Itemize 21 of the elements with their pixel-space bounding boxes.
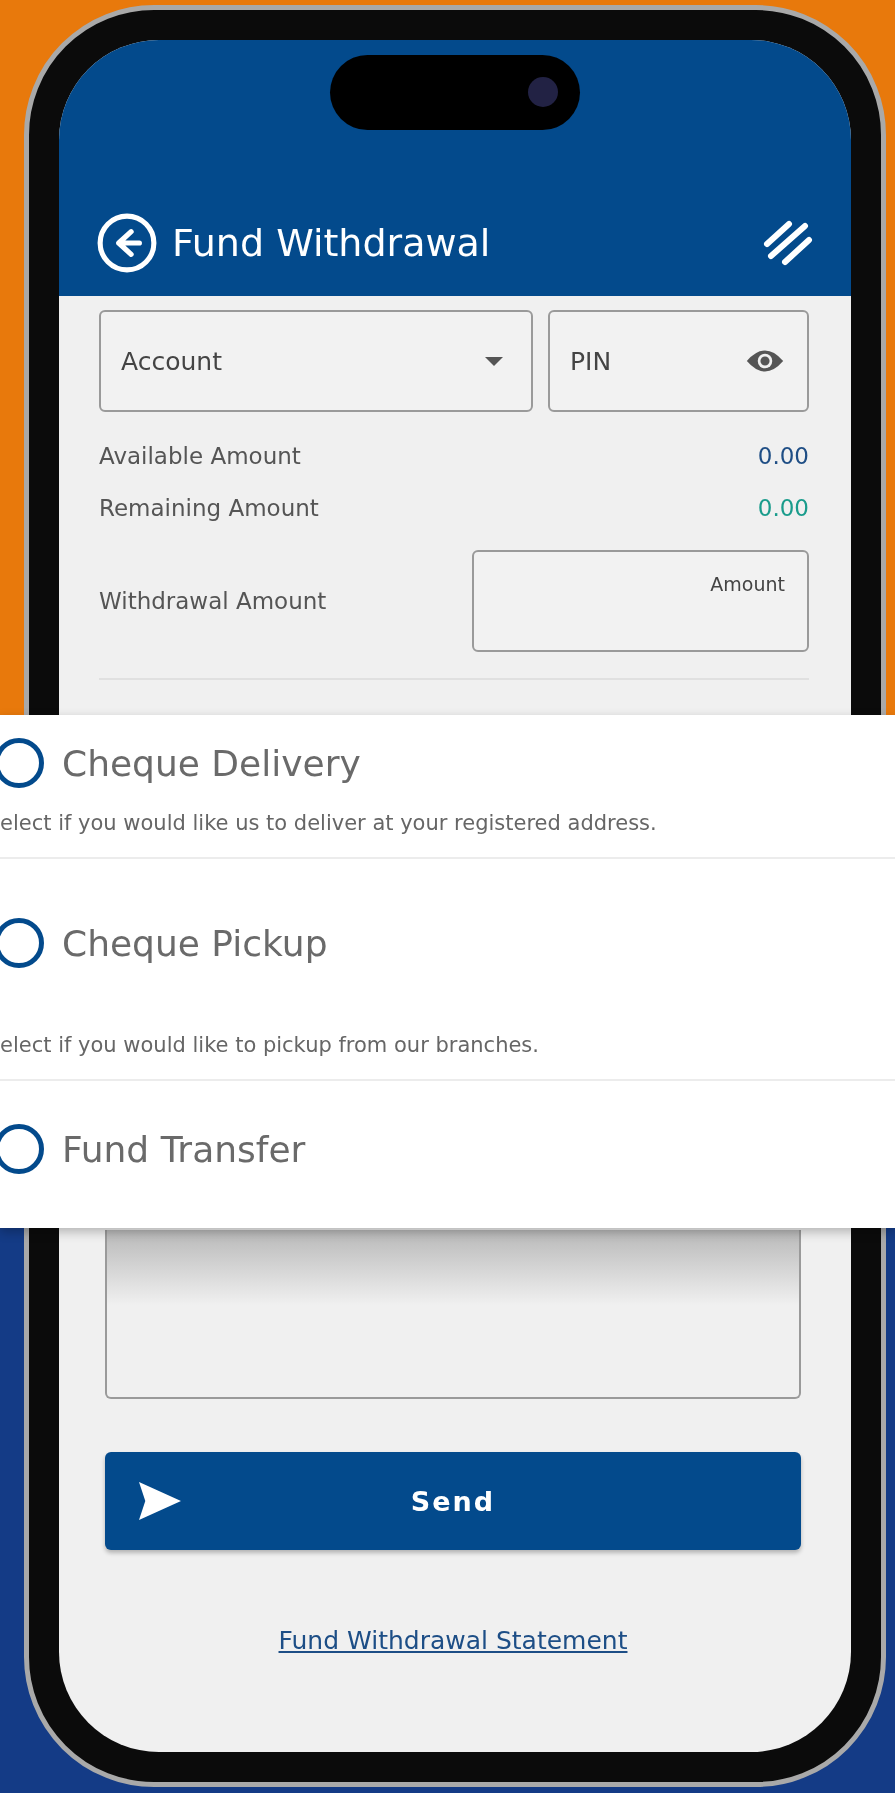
back-icon[interactable] — [96, 212, 158, 274]
radio-option[interactable]: Cheque Pickup — [0, 895, 895, 991]
radio-option[interactable]: Fund Transfer — [0, 1101, 895, 1197]
statement-link[interactable]: Fund Withdrawal Statement — [278, 1626, 628, 1655]
amount-field[interactable]: Amount — [472, 550, 809, 652]
text-area-field[interactable] — [105, 1230, 801, 1399]
amount-label: Available Amount — [99, 443, 301, 469]
radio-option[interactable]: Cheque Delivery — [0, 715, 895, 811]
slash-logo-icon — [763, 218, 813, 268]
option-description: elect if you would like us to deliver at your registered address. — [0, 811, 658, 837]
pin-field[interactable]: PIN — [548, 310, 809, 412]
caret-icon — [485, 356, 503, 366]
amount-label: Remaining Amount — [99, 495, 319, 521]
screen-title: Fund Withdrawal — [172, 221, 491, 265]
send-button[interactable]: Send — [105, 1452, 801, 1550]
account-dropdown[interactable]: Account — [99, 310, 533, 412]
amount-value: 0.00 — [757, 495, 809, 521]
withdrawal-amount-label: Withdrawal Amount — [99, 588, 327, 614]
amount-value: 0.00 — [757, 443, 809, 469]
option-description: elect if you would like to pickup from our branches. — [0, 1032, 540, 1059]
send-icon — [139, 1482, 181, 1520]
